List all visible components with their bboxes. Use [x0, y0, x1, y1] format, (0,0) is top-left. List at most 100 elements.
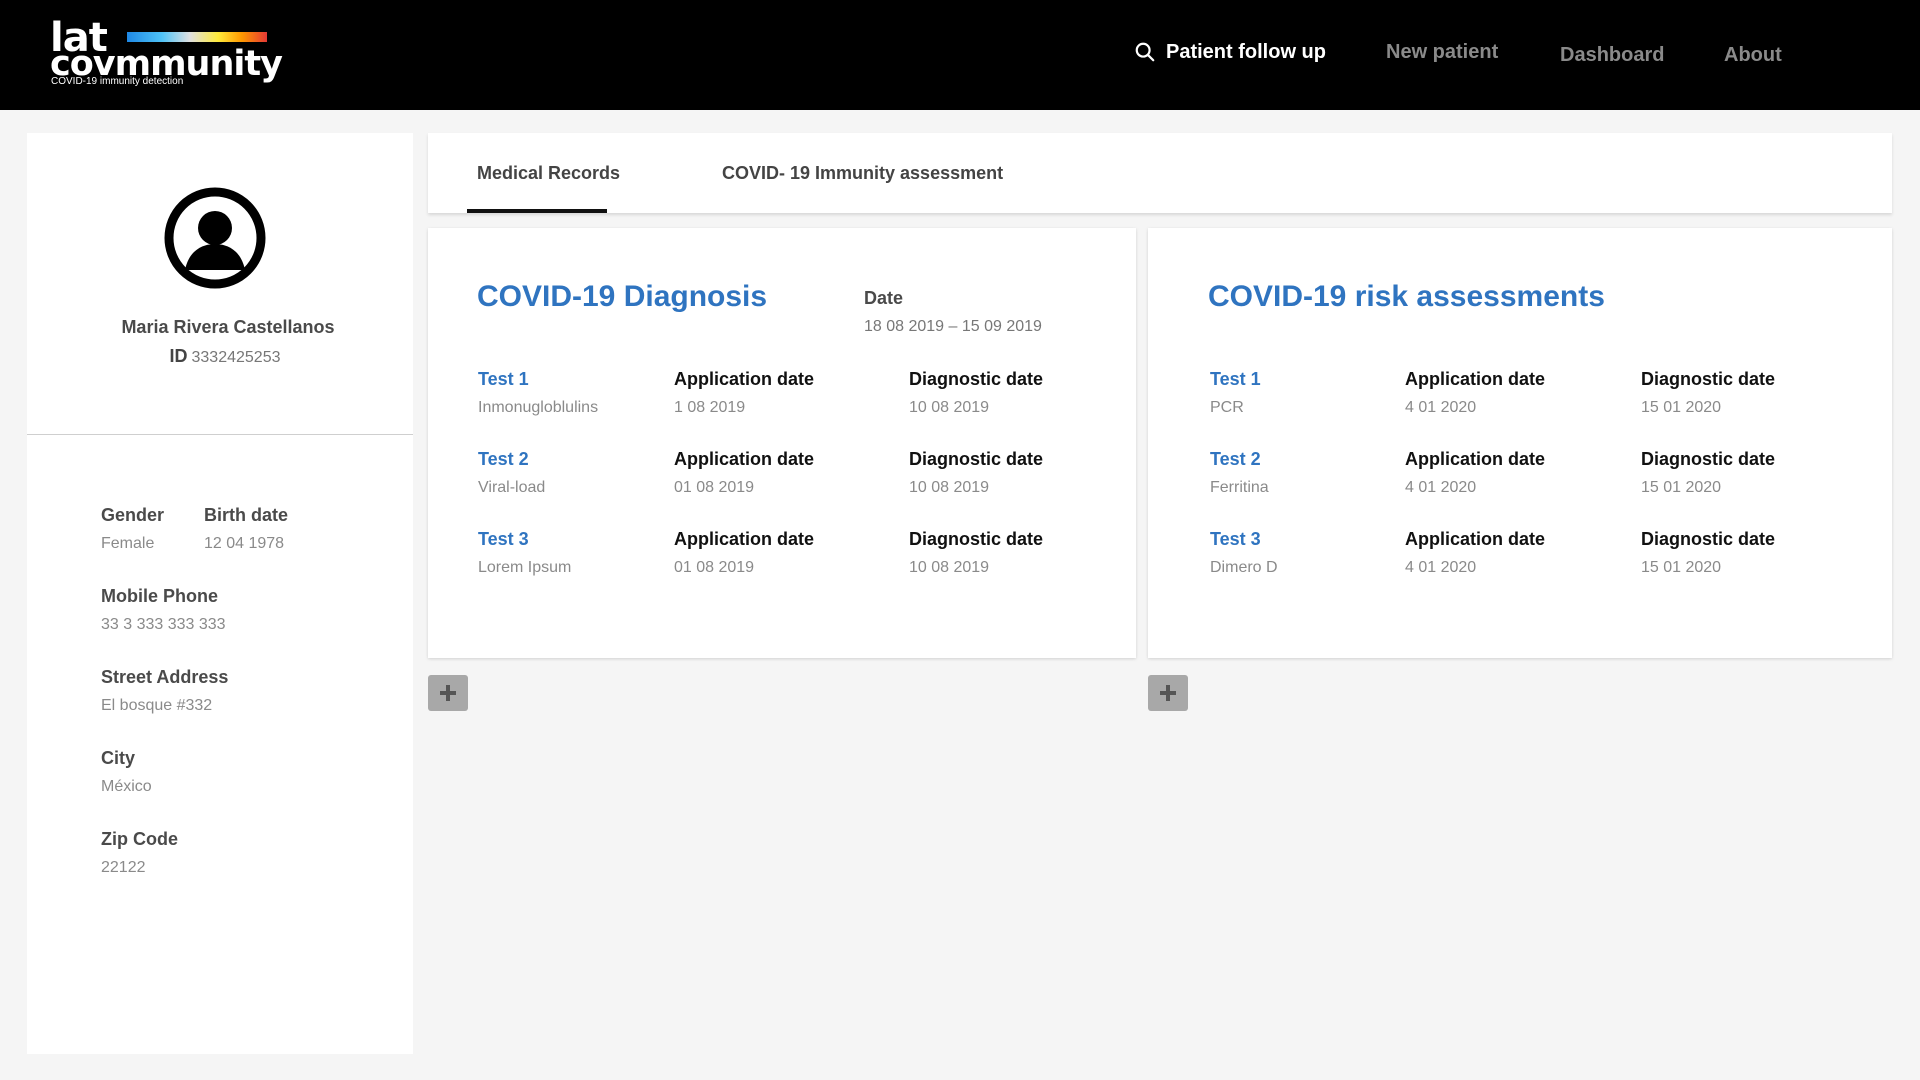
field-city: City México	[101, 747, 152, 798]
application-date-label: Application date	[674, 369, 815, 389]
top-navbar: lat covmmunity COVID-19 immunity detecti…	[0, 0, 1920, 110]
diagnostic-date-value: 15 01 2020	[1641, 559, 1722, 576]
patient-id-label: ID	[169, 346, 188, 366]
application-date-label: Application date	[1405, 369, 1546, 389]
field-value: Female	[101, 535, 155, 552]
test-cell: Test 2 Ferritina	[1210, 448, 1269, 499]
test-row: Test 3 Lorem Ipsum Application date 01 0…	[428, 528, 1136, 588]
application-date-label: Application date	[1405, 529, 1546, 549]
diagnostic-date-value: 10 08 2019	[909, 559, 990, 576]
field-gender: Gender Female	[101, 504, 164, 555]
field-mobile-phone: Mobile Phone 33 3 333 333 333	[101, 585, 226, 636]
application-date-cell: Application date 1 08 2019	[674, 368, 814, 419]
application-date-cell: Application date 01 08 2019	[674, 528, 814, 579]
patient-id: ID 3332425253	[27, 346, 413, 367]
brand-logo[interactable]: lat covmmunity COVID-19 immunity detecti…	[50, 16, 283, 90]
test-type: Lorem Ipsum	[478, 559, 572, 576]
application-date-value: 4 01 2020	[1405, 559, 1477, 576]
diagnostic-date-label: Diagnostic date	[1641, 529, 1776, 549]
test-name[interactable]: Test 1	[478, 368, 598, 390]
application-date-cell: Application date 4 01 2020	[1405, 368, 1545, 419]
diagnostic-date-label: Diagnostic date	[909, 449, 1044, 469]
application-date-label: Application date	[674, 449, 815, 469]
field-label: Street Address	[101, 667, 229, 687]
test-type: Inmonugloblulins	[478, 399, 599, 416]
diagnostic-date-cell: Diagnostic date 15 01 2020	[1641, 528, 1775, 579]
diagnostic-date-label: Diagnostic date	[1641, 449, 1776, 469]
card-title: COVID-19 Diagnosis	[477, 280, 768, 313]
test-name[interactable]: Test 2	[1210, 448, 1269, 470]
add-risk-assessment-button[interactable]	[1148, 675, 1188, 711]
field-value: 33 3 333 333 333	[101, 616, 226, 633]
test-cell: Test 3 Dimero D	[1210, 528, 1278, 579]
nav-new-patient[interactable]: New patient	[1386, 38, 1498, 66]
card-title: COVID-19 risk assessments	[1208, 280, 1605, 313]
date-range: 18 08 2019 – 15 09 2019	[864, 318, 1042, 335]
test-name[interactable]: Test 1	[1210, 368, 1261, 390]
field-label: Mobile Phone	[101, 586, 218, 606]
test-row: Test 3 Dimero D Application date 4 01 20…	[1148, 528, 1892, 588]
test-cell: Test 3 Lorem Ipsum	[478, 528, 571, 579]
diagnostic-date-cell: Diagnostic date 10 08 2019	[909, 448, 1043, 499]
nav-patient-follow-up[interactable]: Patient follow up	[1134, 38, 1326, 66]
diagnostic-date-cell: Diagnostic date 15 01 2020	[1641, 368, 1775, 419]
logo-tagline: COVID-19 immunity detection	[51, 76, 184, 87]
risk-assessments-card: COVID-19 risk assessments Test 1 PCR App…	[1148, 228, 1892, 658]
diagnostic-date-value: 10 08 2019	[909, 479, 990, 496]
diagnostic-date-label: Diagnostic date	[909, 369, 1044, 389]
field-label: Birth date	[204, 505, 289, 525]
active-tab-indicator	[467, 209, 607, 213]
diagnostic-date-cell: Diagnostic date 10 08 2019	[909, 528, 1043, 579]
diagnostic-date-cell: Diagnostic date 10 08 2019	[909, 368, 1043, 419]
test-type: Ferritina	[1210, 479, 1269, 496]
test-name[interactable]: Test 3	[1210, 528, 1278, 550]
field-street-address: Street Address El bosque #332	[101, 666, 228, 717]
nav-label: Patient follow up	[1166, 41, 1326, 63]
test-row: Test 1 PCR Application date 4 01 2020 Di…	[1148, 368, 1892, 428]
application-date-cell: Application date 4 01 2020	[1405, 528, 1545, 579]
profile-divider	[27, 434, 413, 435]
test-cell: Test 1 Inmonugloblulins	[478, 368, 598, 419]
record-tabs: Medical Records COVID- 19 Immunity asses…	[428, 133, 1892, 213]
application-date-label: Application date	[674, 529, 815, 549]
diagnostic-date-value: 15 01 2020	[1641, 479, 1722, 496]
application-date-value: 1 08 2019	[674, 399, 746, 416]
nav-about[interactable]: About	[1724, 41, 1782, 69]
test-name[interactable]: Test 3	[478, 528, 571, 550]
tab-immunity-assessment[interactable]: COVID- 19 Immunity assessment	[722, 163, 1003, 184]
field-label: Gender	[101, 505, 165, 525]
patient-id-value: 3332425253	[191, 349, 281, 366]
patient-profile-panel: Maria Rivera Castellanos ID 3332425253 Ge…	[27, 133, 413, 1054]
field-label: City	[101, 748, 136, 768]
field-value: El bosque #332	[101, 697, 213, 714]
application-date-value: 4 01 2020	[1405, 399, 1477, 416]
test-row: Test 2 Ferritina Application date 4 01 2…	[1148, 448, 1892, 508]
search-icon	[1135, 42, 1155, 62]
test-row: Test 2 Viral-load Application date 01 08…	[428, 448, 1136, 508]
nav-dashboard[interactable]: Dashboard	[1560, 41, 1664, 69]
field-label: Zip Code	[101, 829, 178, 849]
field-value: 12 04 1978	[204, 535, 285, 552]
add-diagnosis-button[interactable]	[428, 675, 468, 711]
application-date-cell: Application date 4 01 2020	[1405, 448, 1545, 499]
plus-icon	[440, 685, 456, 701]
user-avatar-icon	[164, 187, 266, 289]
test-cell: Test 1 PCR	[1210, 368, 1261, 419]
application-date-label: Application date	[1405, 449, 1546, 469]
field-birth-date: Birth date 12 04 1978	[204, 504, 288, 555]
test-name[interactable]: Test 2	[478, 448, 545, 470]
diagnostic-date-value: 10 08 2019	[909, 399, 990, 416]
test-type: Dimero D	[1210, 559, 1278, 576]
application-date-value: 01 08 2019	[674, 559, 755, 576]
diagnostic-date-label: Diagnostic date	[1641, 369, 1776, 389]
field-zip-code: Zip Code 22122	[101, 828, 178, 879]
test-type: PCR	[1210, 399, 1244, 416]
test-cell: Test 2 Viral-load	[478, 448, 545, 499]
application-date-cell: Application date 01 08 2019	[674, 448, 814, 499]
date-label: Date	[864, 288, 904, 308]
patient-name: Maria Rivera Castellanos	[121, 317, 335, 337]
field-value: México	[101, 778, 152, 795]
tab-medical-records[interactable]: Medical Records	[477, 163, 620, 184]
field-value: 22122	[101, 859, 146, 876]
application-date-value: 4 01 2020	[1405, 479, 1477, 496]
